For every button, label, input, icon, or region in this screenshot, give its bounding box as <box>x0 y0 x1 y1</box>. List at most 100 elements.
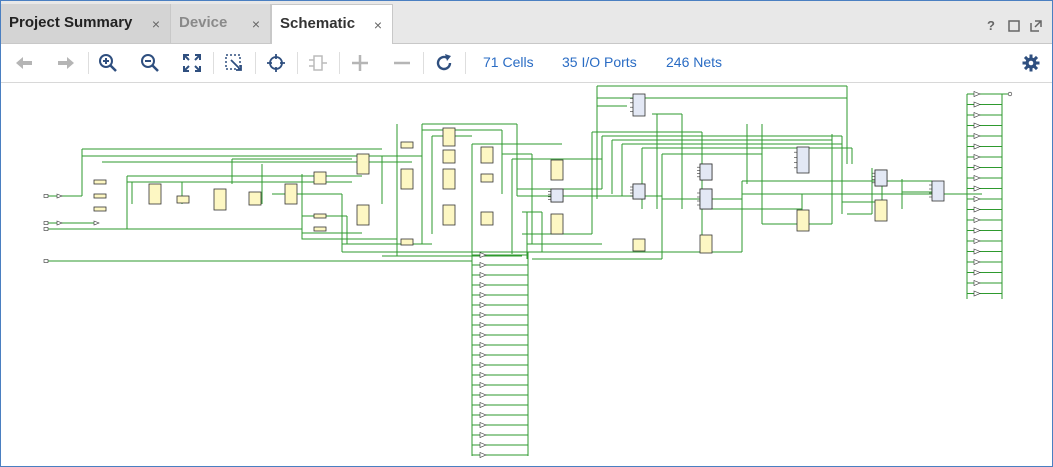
output-port[interactable] <box>973 143 981 150</box>
output-port[interactable] <box>479 312 487 318</box>
schematic-cell[interactable] <box>550 188 564 203</box>
output-port[interactable] <box>973 248 981 255</box>
output-port[interactable] <box>479 422 487 428</box>
output-port[interactable] <box>479 322 487 328</box>
output-port[interactable] <box>479 452 487 458</box>
output-port[interactable] <box>479 342 487 348</box>
schematic-cell[interactable] <box>356 204 370 226</box>
schematic-cell[interactable] <box>176 195 190 204</box>
schematic-cell[interactable] <box>632 183 646 200</box>
output-port[interactable] <box>479 382 487 388</box>
schematic-cell[interactable] <box>248 191 262 206</box>
schematic-cell[interactable] <box>442 127 456 147</box>
schematic-cell[interactable] <box>400 168 414 190</box>
forward-icon[interactable] <box>53 50 79 76</box>
output-port[interactable] <box>973 185 981 192</box>
output-port[interactable] <box>479 302 487 308</box>
output-port[interactable] <box>973 164 981 171</box>
input-port[interactable] <box>56 220 63 226</box>
schematic-cell[interactable] <box>400 238 414 246</box>
output-port[interactable] <box>973 196 981 202</box>
tab-project-summary[interactable]: Project Summary × <box>1 4 171 43</box>
input-port[interactable] <box>56 193 63 199</box>
back-icon[interactable] <box>11 50 37 76</box>
output-port[interactable] <box>973 101 981 108</box>
schematic-cell[interactable] <box>442 149 456 164</box>
settings-icon[interactable] <box>1018 50 1044 76</box>
schematic-cell[interactable] <box>313 171 327 185</box>
zoom-out-icon[interactable] <box>137 50 163 76</box>
input-port[interactable] <box>93 220 100 226</box>
schematic-cell[interactable] <box>550 213 564 235</box>
tab-project-summary-close-icon[interactable]: × <box>152 16 160 32</box>
output-port[interactable] <box>973 238 981 244</box>
output-port[interactable] <box>479 282 487 288</box>
output-port[interactable] <box>973 217 981 223</box>
output-port[interactable] <box>973 280 981 286</box>
nets-link[interactable]: 246 Nets <box>666 54 722 70</box>
cells-link[interactable]: 71 Cells <box>483 54 534 70</box>
float-icon[interactable] <box>1030 20 1042 35</box>
schematic-cell[interactable] <box>931 180 945 202</box>
output-port[interactable] <box>973 112 981 118</box>
output-port[interactable] <box>973 91 981 97</box>
schematic-cell[interactable] <box>632 93 646 117</box>
schematic-cell[interactable] <box>313 226 327 232</box>
output-port[interactable] <box>479 352 487 358</box>
maximize-icon[interactable] <box>1008 20 1020 35</box>
output-port[interactable] <box>479 252 487 258</box>
zoom-in-icon[interactable] <box>95 50 121 76</box>
schematic-cell[interactable] <box>874 199 888 222</box>
schematic-cell[interactable] <box>480 173 494 183</box>
schematic-cell[interactable] <box>442 204 456 226</box>
output-port[interactable] <box>479 372 487 378</box>
schematic-cell[interactable] <box>550 159 564 181</box>
input-port-pin[interactable] <box>43 259 49 263</box>
schematic-cell[interactable] <box>356 153 370 175</box>
output-port[interactable] <box>973 122 981 129</box>
output-port[interactable] <box>479 272 487 278</box>
input-port-pin[interactable] <box>43 221 49 225</box>
schematic-canvas[interactable] <box>2 84 1052 466</box>
schematic-cell[interactable] <box>796 209 810 232</box>
expand-icon[interactable] <box>347 50 373 76</box>
schematic-cell[interactable] <box>699 163 713 181</box>
schematic-cell[interactable] <box>796 146 810 174</box>
output-port[interactable] <box>973 133 981 139</box>
schematic-cell[interactable] <box>93 193 107 199</box>
refresh-icon[interactable] <box>431 50 457 76</box>
schematic-cell[interactable] <box>480 211 494 226</box>
schematic-cell[interactable] <box>313 213 327 219</box>
output-port[interactable] <box>973 259 981 265</box>
output-port[interactable] <box>479 292 487 298</box>
output-port[interactable] <box>973 269 981 276</box>
output-port[interactable] <box>479 442 487 448</box>
collapse-icon[interactable] <box>389 50 415 76</box>
output-port[interactable] <box>973 154 981 160</box>
tab-device[interactable]: Device × <box>171 4 271 43</box>
schematic-cell[interactable] <box>213 188 227 211</box>
output-port[interactable] <box>973 175 981 181</box>
tab-schematic[interactable]: Schematic × <box>271 4 393 44</box>
tab-device-close-icon[interactable]: × <box>252 16 260 32</box>
schematic-cell[interactable] <box>442 168 456 190</box>
schematic-cell[interactable] <box>284 183 298 205</box>
help-icon[interactable]: ? <box>987 18 995 33</box>
zoom-area-icon[interactable] <box>221 50 247 76</box>
input-port-pin[interactable] <box>43 194 49 198</box>
port-terminator[interactable] <box>1007 91 1013 97</box>
output-port[interactable] <box>973 227 981 234</box>
input-port-pin[interactable] <box>43 227 49 231</box>
schematic-cell[interactable] <box>93 179 107 185</box>
tab-schematic-close-icon[interactable]: × <box>374 17 382 33</box>
fit-icon[interactable] <box>179 50 205 76</box>
schematic-cell[interactable] <box>400 141 414 149</box>
output-port[interactable] <box>479 432 487 438</box>
net-wire[interactable] <box>48 228 397 240</box>
select-icon[interactable] <box>263 50 289 76</box>
schematic-cell[interactable] <box>480 146 494 164</box>
output-port[interactable] <box>973 206 981 213</box>
output-port[interactable] <box>479 262 487 268</box>
io-ports-link[interactable]: 35 I/O Ports <box>562 54 637 70</box>
schematic-cell[interactable] <box>148 183 162 205</box>
